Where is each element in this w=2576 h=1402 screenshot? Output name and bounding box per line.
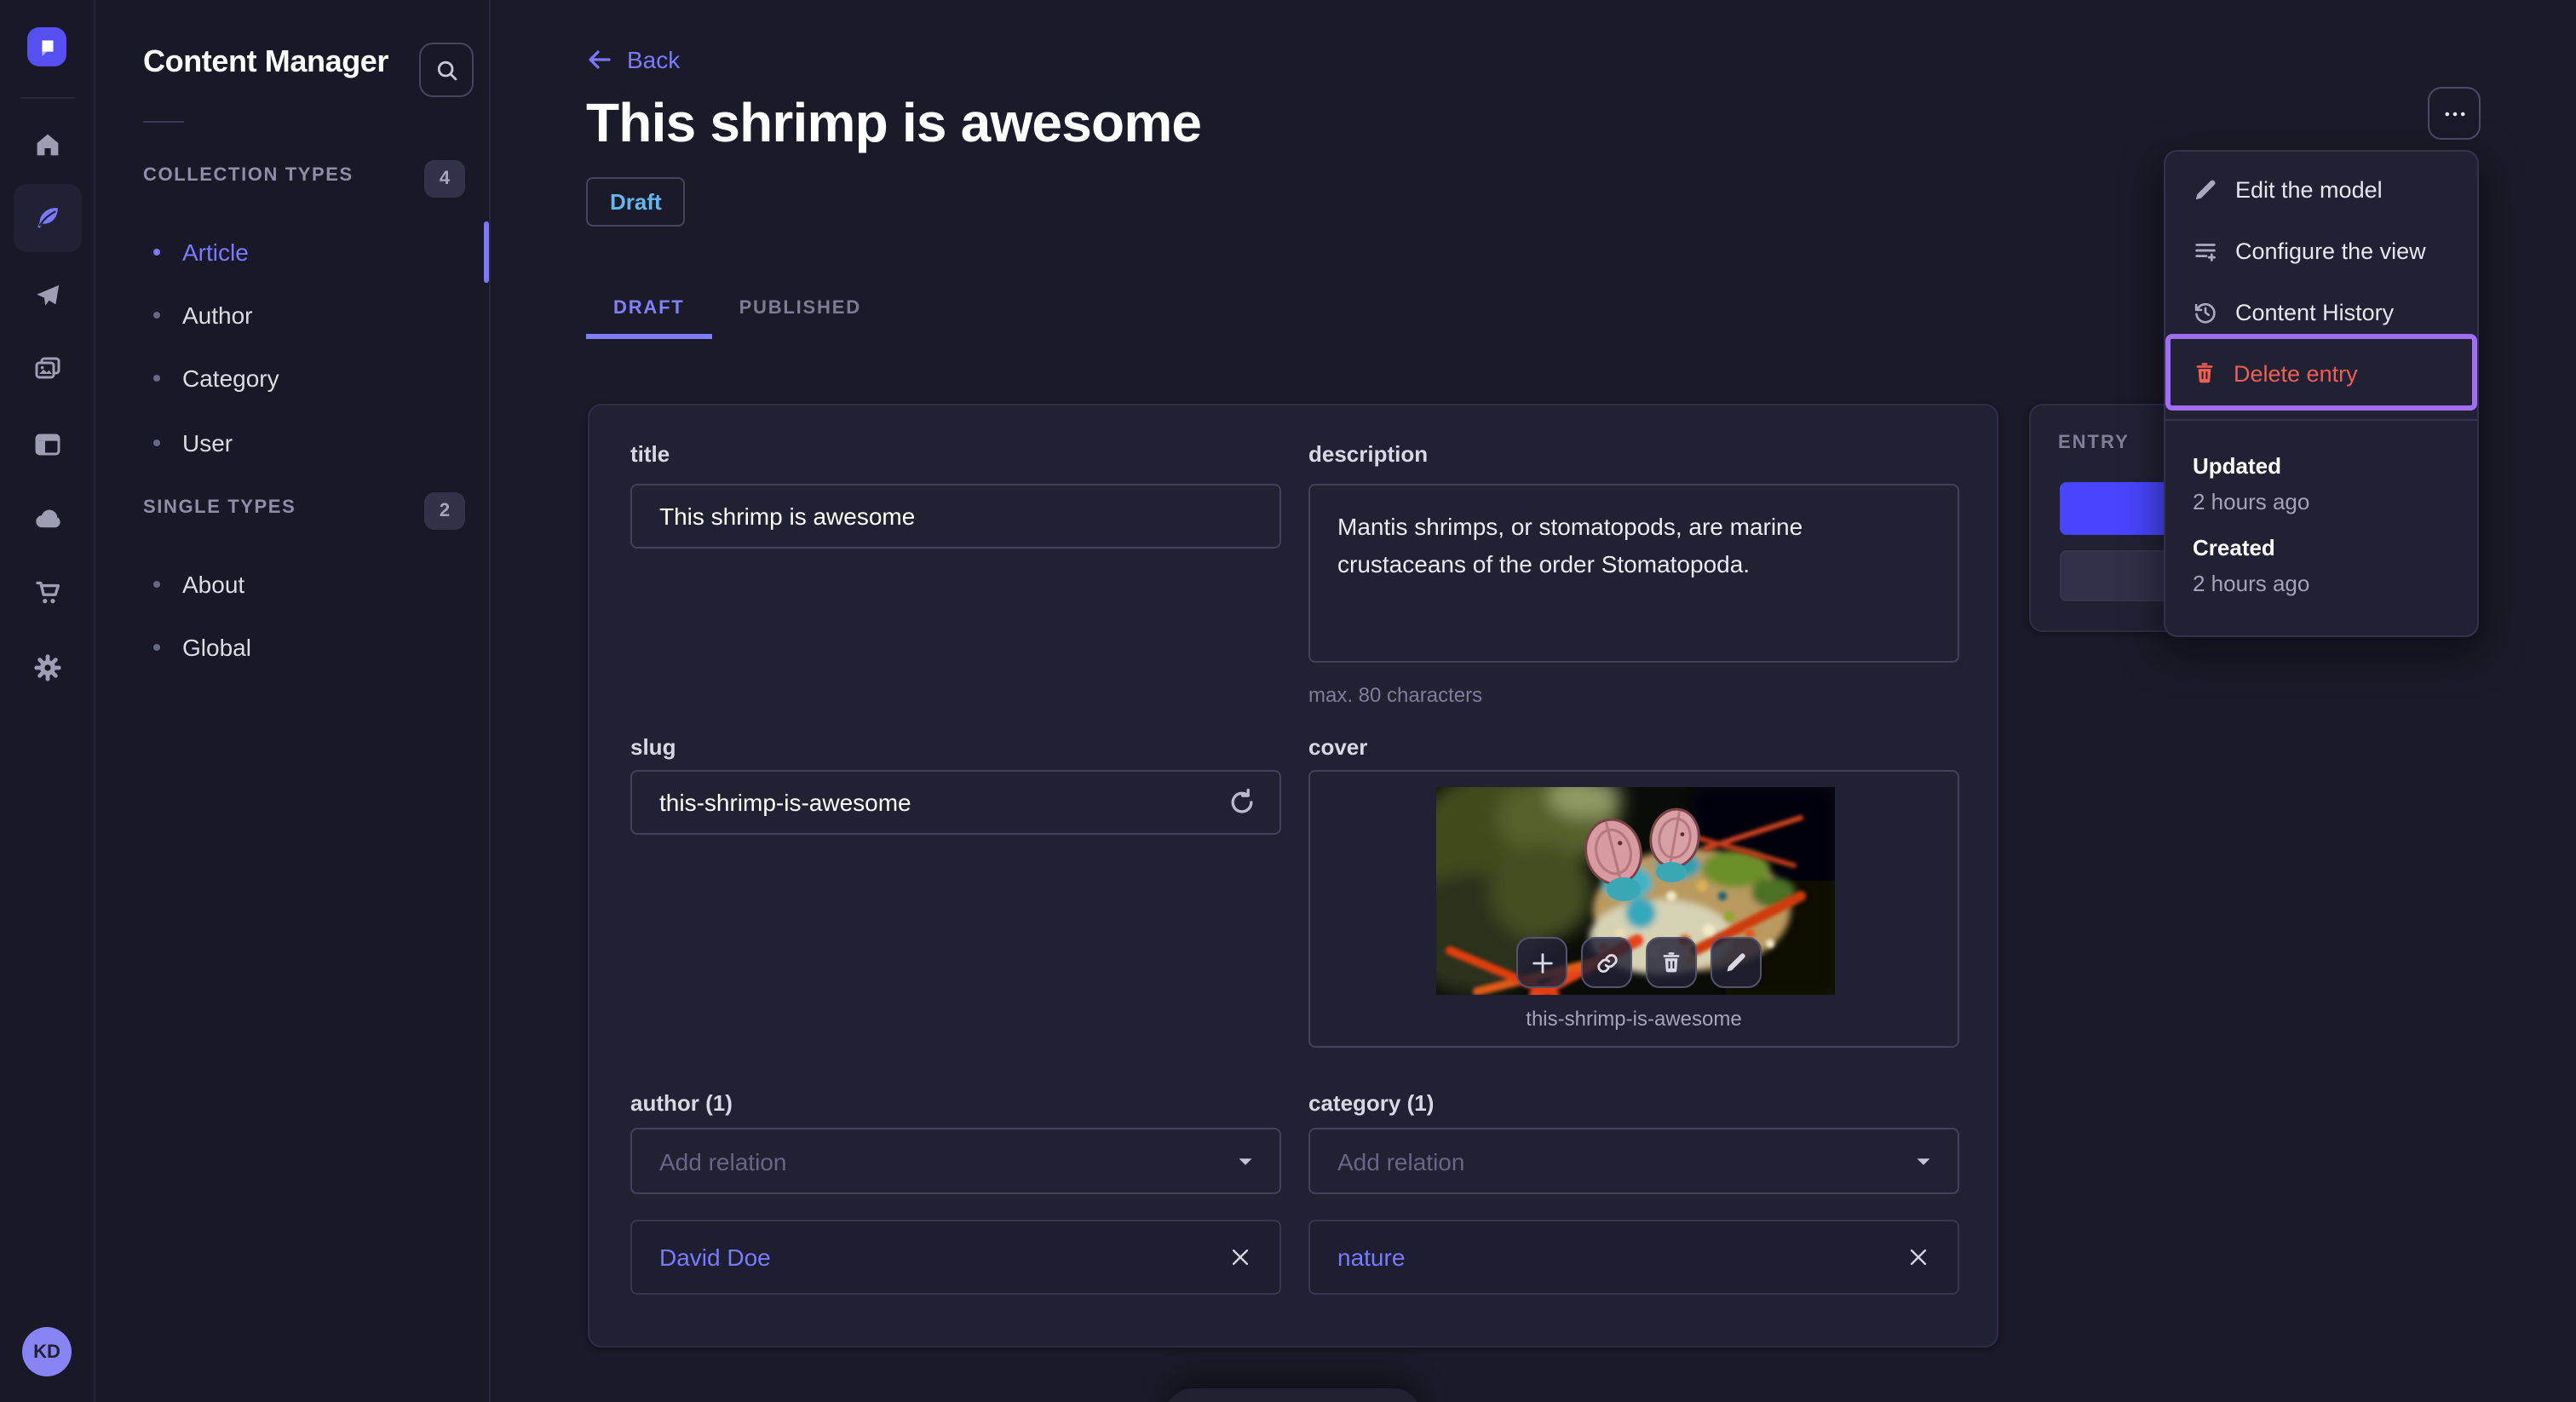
pencil-icon xyxy=(2193,176,2218,202)
description-textarea[interactable]: Mantis shrimps, or stomatopods, are mari… xyxy=(1308,484,1959,663)
content-manager-feather-icon[interactable] xyxy=(14,184,82,252)
sidebar-item-global[interactable]: Global xyxy=(124,617,465,678)
sidebar-item-label: Global xyxy=(182,634,251,661)
category-relation-item: nature xyxy=(1308,1220,1959,1295)
main-nav-rail: KD xyxy=(0,0,95,1402)
category-label: category (1) xyxy=(1308,1090,1435,1116)
sidebar-item-label: Category xyxy=(182,365,279,392)
trash-icon xyxy=(2193,361,2217,385)
search-icon xyxy=(436,60,457,80)
settings-gear-icon[interactable] xyxy=(14,634,82,702)
regenerate-icon[interactable] xyxy=(1227,785,1261,819)
updated-value: 2 hours ago xyxy=(2193,489,2310,514)
sidebar-item-author[interactable]: Author xyxy=(124,284,465,346)
relation-link-author[interactable]: David Doe xyxy=(659,1244,771,1271)
bullet-icon xyxy=(153,249,160,256)
sidebar-item-label: About xyxy=(182,571,245,598)
sidebar-item-article[interactable]: Article xyxy=(124,221,465,283)
cover-label: cover xyxy=(1308,734,1368,760)
ellipsis-icon xyxy=(2444,111,2464,116)
more-actions-button[interactable] xyxy=(2428,87,2481,140)
author-relation-select[interactable]: Add relation xyxy=(630,1128,1281,1194)
entry-panel-label: ENTRY xyxy=(2058,433,2130,453)
sidebar-item-label: Author xyxy=(182,302,253,329)
section-single-types: SINGLE TYPES xyxy=(143,497,296,518)
rail-divider xyxy=(20,97,75,99)
menu-item-configure-view[interactable]: Configure the view xyxy=(2172,220,2474,281)
sidebar-item-about[interactable]: About xyxy=(124,554,465,615)
title-input[interactable] xyxy=(630,484,1281,549)
strapi-logo[interactable] xyxy=(27,27,66,66)
content-type-builder-icon[interactable] xyxy=(14,411,82,479)
author-label: author (1) xyxy=(630,1090,733,1116)
single-types-count-badge: 2 xyxy=(424,492,465,530)
chevron-down-icon xyxy=(1239,1158,1252,1164)
user-avatar[interactable]: KD xyxy=(22,1327,72,1376)
sidebar-item-user[interactable]: User xyxy=(124,412,465,474)
close-icon[interactable] xyxy=(1901,1240,1935,1274)
cloud-icon[interactable] xyxy=(14,484,82,552)
collection-types-count-badge: 4 xyxy=(424,160,465,198)
content-manager-sidebar: Content Manager COLLECTION TYPES 4 Artic… xyxy=(97,0,491,1402)
cover-actions xyxy=(1516,937,1762,988)
media-library-icon[interactable] xyxy=(14,336,82,404)
more-actions-menu: Edit the model Configure the view Conten… xyxy=(2164,150,2479,637)
slug-label: slug xyxy=(630,734,676,760)
updated-label: Updated xyxy=(2193,453,2281,479)
menu-divider xyxy=(2165,419,2477,421)
strapi-logo-glyph xyxy=(42,40,54,57)
sidebar-item-label: Article xyxy=(182,238,249,266)
search-button[interactable] xyxy=(419,43,474,97)
sidebar-item-category[interactable]: Category xyxy=(124,348,465,409)
marketplace-cart-icon[interactable] xyxy=(14,559,82,627)
bottom-peek-element xyxy=(1165,1388,1421,1402)
author-relation-item: David Doe xyxy=(630,1220,1281,1295)
menu-item-content-history[interactable]: Content History xyxy=(2172,281,2474,342)
page-title: This shrimp is awesome xyxy=(586,92,1202,153)
sidebar-title: Content Manager xyxy=(143,44,389,78)
home-icon[interactable] xyxy=(14,111,82,179)
back-label: Back xyxy=(627,46,681,73)
trash-icon[interactable] xyxy=(1646,937,1697,988)
created-label: Created xyxy=(2193,535,2275,560)
bullet-icon xyxy=(153,312,160,319)
main-content: Back This shrimp is awesome Draft DRAFT … xyxy=(492,0,2576,1402)
tab-published[interactable]: PUBLISHED xyxy=(712,281,888,339)
version-tabs: DRAFT PUBLISHED xyxy=(586,281,888,339)
bullet-icon xyxy=(153,644,160,651)
active-item-indicator xyxy=(484,221,489,283)
bullet-icon xyxy=(153,440,160,446)
send-icon[interactable] xyxy=(14,262,82,330)
slug-field xyxy=(630,770,1281,835)
cover-field: this-shrimp-is-awesome xyxy=(1308,770,1959,1048)
menu-item-edit-model[interactable]: Edit the model xyxy=(2172,158,2474,220)
entry-form-card: title description Mantis shrimps, or sto… xyxy=(588,404,1998,1347)
status-badge: Draft xyxy=(586,177,686,227)
arrow-left-icon xyxy=(589,50,611,69)
sidebar-item-label: User xyxy=(182,429,233,457)
relation-link-category[interactable]: nature xyxy=(1337,1244,1405,1271)
bullet-icon xyxy=(153,375,160,382)
history-icon xyxy=(2193,299,2218,325)
menu-item-delete-entry[interactable]: Delete entry xyxy=(2172,342,2474,404)
section-collection-types: COLLECTION TYPES xyxy=(143,165,354,186)
chevron-down-icon xyxy=(1917,1158,1930,1164)
created-value: 2 hours ago xyxy=(2193,571,2310,596)
bullet-icon xyxy=(153,581,160,588)
tab-draft[interactable]: DRAFT xyxy=(586,281,712,339)
description-label: description xyxy=(1308,441,1429,467)
link-icon[interactable] xyxy=(1581,937,1632,988)
pencil-icon[interactable] xyxy=(1711,937,1762,988)
list-plus-icon xyxy=(2193,238,2218,263)
plus-icon[interactable] xyxy=(1516,937,1567,988)
close-icon[interactable] xyxy=(1223,1240,1257,1274)
description-helper: max. 80 characters xyxy=(1308,683,1483,707)
slug-input[interactable] xyxy=(630,770,1281,835)
title-label: title xyxy=(630,441,670,467)
category-relation-select[interactable]: Add relation xyxy=(1308,1128,1959,1194)
strapi-app: KD Content Manager COLLECTION TYPES 4 Ar… xyxy=(0,0,2576,1402)
back-link[interactable]: Back xyxy=(586,46,680,73)
cover-caption: this-shrimp-is-awesome xyxy=(1526,1007,1742,1031)
sidebar-divider xyxy=(143,121,184,123)
